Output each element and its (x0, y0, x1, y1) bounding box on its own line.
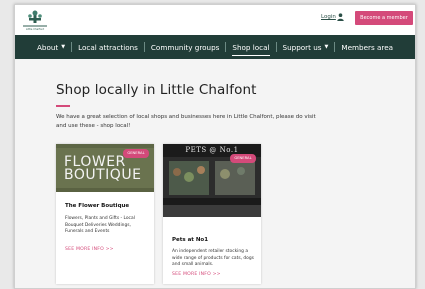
top-bar: Little Chalfont Login Become a member (15, 5, 415, 35)
shop-card-flower-boutique[interactable]: FLOWER BOUTIQUE GENERAL The Flower Bouti… (56, 144, 154, 284)
login-link[interactable]: Login (321, 14, 336, 20)
user-icon[interactable] (337, 13, 344, 21)
category-badge: GENERAL (123, 149, 149, 158)
intro-text: We have a great selection of local shops… (56, 114, 316, 129)
nav-divider (71, 42, 73, 52)
nav-item-members-area[interactable]: Members area (341, 35, 393, 59)
shop-image-flower-boutique[interactable]: FLOWER BOUTIQUE GENERAL (56, 144, 154, 192)
nav-item-label: Local attractions (78, 42, 138, 52)
nav-item-label: Members area (341, 42, 394, 52)
nav-divider (225, 42, 227, 52)
nav-divider (275, 42, 277, 52)
nav-item-shop-local[interactable]: Shop local (232, 35, 270, 59)
nav-item-community-groups[interactable]: Community groups (151, 35, 220, 59)
chevron-down-icon: ▼ (61, 44, 66, 50)
nav-divider (143, 42, 145, 52)
page-title: Shop locally in Little Chalfont (56, 82, 257, 98)
site-logo[interactable]: Little Chalfont (21, 9, 49, 31)
shop-card-pets-at-no1[interactable]: PETS @ No.1 GENERAL Pets at No1 An indep… (163, 144, 261, 284)
shop-description: Flowers, Plants and Gifts - Local Bouque… (65, 216, 135, 235)
become-member-button[interactable]: Become a member (355, 11, 413, 25)
shop-image-pets-at-no1[interactable]: PETS @ No.1 GENERAL (163, 144, 261, 217)
main-nav: About ▼ Local attractions Community grou… (15, 35, 415, 59)
logo-text: Little Chalfont (26, 27, 44, 31)
shop-title[interactable]: Pets at No1 (172, 237, 208, 243)
chevron-down-icon: ▼ (324, 44, 329, 50)
nav-item-local-attractions[interactable]: Local attractions (78, 35, 138, 59)
see-more-info-link[interactable]: SEE MORE INFO >> (65, 247, 114, 252)
nav-item-label: Support us (282, 42, 322, 52)
nav-item-support-us[interactable]: Support us ▼ (283, 35, 329, 59)
nav-item-label: Community groups (150, 42, 220, 52)
shopfront-sign-text: PETS @ No.1 (185, 146, 239, 154)
browser-page: Little Chalfont Login Become a member Ab… (14, 4, 416, 289)
nav-item-about[interactable]: About ▼ (37, 35, 65, 59)
see-more-info-link[interactable]: SEE MORE INFO >> (172, 272, 221, 277)
shopfront-sign-text: FLOWER BOUTIQUE (64, 154, 142, 183)
main-content: Shop locally in Little Chalfont We have … (15, 59, 415, 288)
shop-description: An independent retailer stocking a wide … (172, 249, 254, 268)
nav-item-label: Shop local (232, 42, 270, 52)
title-accent-line (56, 105, 70, 107)
nav-divider (334, 42, 336, 52)
nav-item-label: About (37, 42, 59, 52)
shop-title[interactable]: The Flower Boutique (65, 203, 129, 209)
category-badge: GENERAL (230, 154, 256, 163)
